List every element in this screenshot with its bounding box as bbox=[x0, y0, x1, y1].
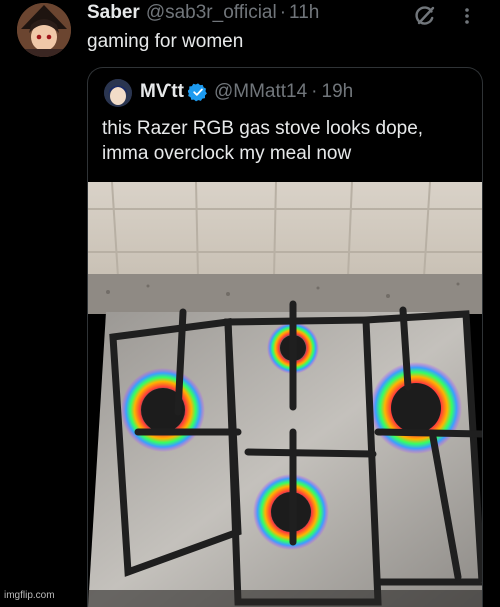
burner-left bbox=[121, 368, 205, 452]
more-icon[interactable] bbox=[462, 5, 472, 27]
quoted-text-line-2: imma overclock my meal now bbox=[102, 143, 352, 164]
quoted-header: MѴtt @MMatt14 · 19h bbox=[140, 81, 353, 103]
quoted-display-name[interactable]: MѴtt bbox=[140, 81, 184, 103]
quoted-timestamp[interactable]: 19h bbox=[322, 81, 354, 103]
stove-photo[interactable] bbox=[88, 182, 483, 607]
quoted-avatar[interactable] bbox=[104, 79, 132, 107]
display-name[interactable]: Saber bbox=[87, 2, 140, 24]
quoted-text-line-1: this Razer RGB gas stove looks dope, bbox=[102, 118, 424, 139]
grok-icon[interactable] bbox=[412, 3, 438, 29]
quoted-separator-dot: · bbox=[311, 81, 318, 102]
separator-dot: · bbox=[279, 2, 287, 23]
avatar[interactable] bbox=[17, 3, 71, 57]
quoted-handle[interactable]: @MMatt14 bbox=[214, 81, 307, 103]
user-handle[interactable]: @sab3r_official bbox=[146, 2, 277, 24]
quoted-tweet-card[interactable]: MѴtt @MMatt14 · 19h this Razer RGB gas s… bbox=[87, 67, 483, 607]
tweet-text: gaming for women bbox=[87, 31, 244, 52]
timestamp[interactable]: 11h bbox=[289, 2, 319, 24]
verified-badge-icon bbox=[187, 83, 207, 102]
tweet-header: Saber @sab3r_official · 11h bbox=[87, 2, 319, 24]
quoted-tweet-text: this Razer RGB gas stove looks dope, imm… bbox=[102, 116, 472, 166]
watermark: imgflip.com bbox=[4, 590, 55, 601]
burner-right bbox=[370, 362, 462, 454]
